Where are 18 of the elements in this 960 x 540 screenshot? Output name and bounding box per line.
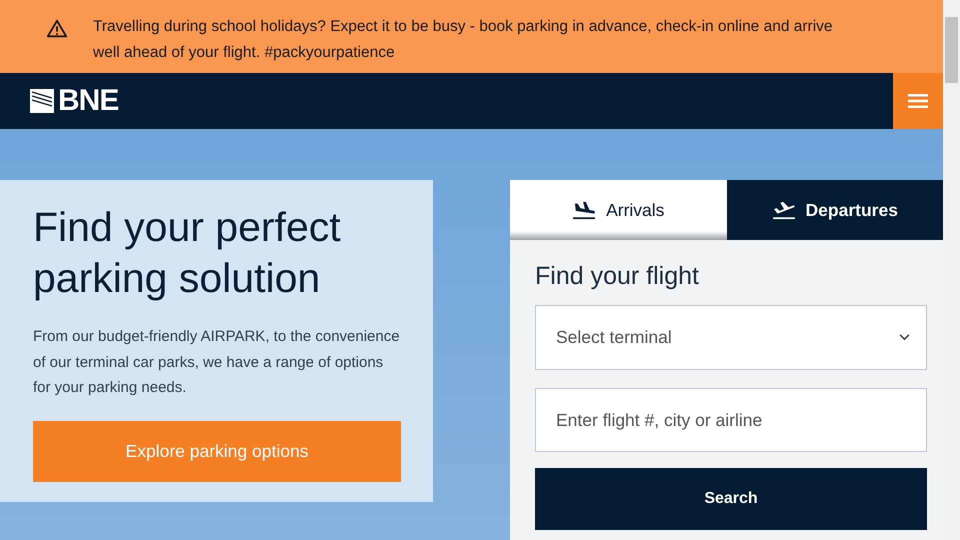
hero-title: Find your perfect parking solution [33,203,342,303]
hero-text: From our budget-friendly AIRPARK, to the convenience of our terminal car parks, we have a range of options for your parking needs. [33,327,401,398]
search-button[interactable]: Search [535,468,927,530]
flight-tab[interactable]: Departures [726,180,943,240]
flight-heading: Find your flight [535,262,700,291]
logo[interactable]: BNE [30,84,118,118]
plane-landing-icon [572,200,596,220]
alert-message: Travelling during school holidays? Expect it to be busy - book parking in advance, check-in online and arrive well ahead of your flight. #packyourpatience [93,17,834,63]
scrollbar[interactable] [943,0,960,540]
flight-search-field[interactable]: Enter flight #, city or airline [535,388,927,452]
terminal-select[interactable]: Select terminal [535,305,927,370]
warning-icon [46,18,68,40]
menu-button[interactable] [893,73,943,129]
plane-takeoff-icon [772,200,796,220]
menu-icon [908,94,928,108]
flight-tab[interactable]: Arrivals [510,180,726,240]
logo-stripes-icon [30,89,54,113]
chevron-down-icon [899,334,910,341]
